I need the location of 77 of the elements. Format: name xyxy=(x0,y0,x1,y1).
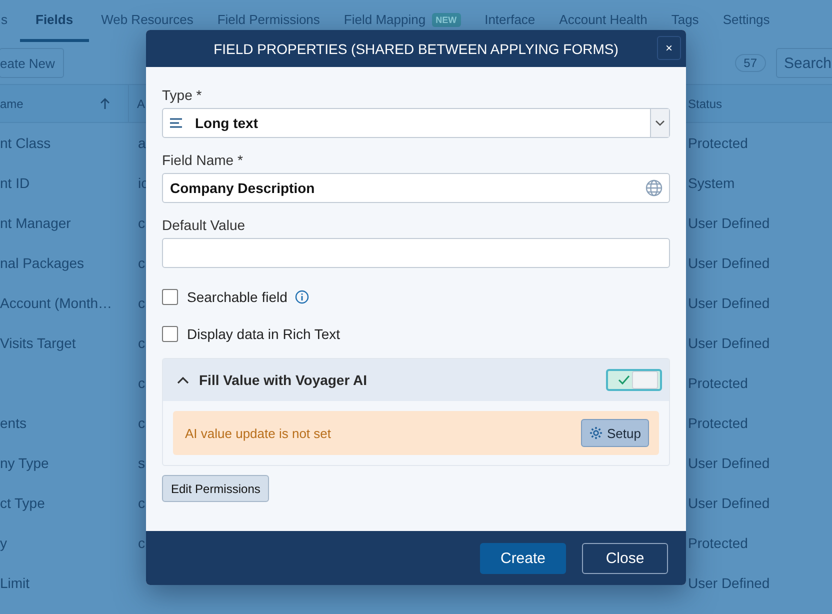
type-dropdown[interactable]: Long text xyxy=(162,108,670,138)
table-cell-text: Protected xyxy=(688,375,749,391)
edit-permissions-button[interactable]: Edit Permissions xyxy=(162,475,270,502)
table-cell-text: c xyxy=(137,295,145,311)
tab[interactable]: s xyxy=(0,0,20,42)
table-cell-text: c xyxy=(137,255,145,271)
tab-label: Interface xyxy=(484,12,536,27)
field-name-input[interactable]: Company Description xyxy=(162,173,670,203)
setup-button[interactable]: Setup xyxy=(581,419,649,447)
checkbox-label: Display data in Rich Text xyxy=(187,326,340,342)
tab-label: Tags xyxy=(671,12,699,27)
table-cell-text: c xyxy=(137,375,145,391)
table-cell-text: ct Type xyxy=(0,495,46,511)
gear-icon xyxy=(589,426,604,440)
table-cell-text: User Defined xyxy=(688,255,771,271)
chevron-down-icon xyxy=(655,120,665,126)
text-lines-icon xyxy=(169,117,183,129)
dialog-title: FIELD PROPERTIES (SHARED BETWEEN APPLYING FORMS) xyxy=(214,40,618,56)
toggle-switch[interactable] xyxy=(606,369,662,391)
table-cell-text: nt ID xyxy=(0,175,31,191)
create-button[interactable]: Create xyxy=(480,542,566,574)
table-cell-text: nal Packages xyxy=(0,255,86,271)
table-cell-text: System xyxy=(688,175,736,191)
globe-icon xyxy=(645,179,663,197)
table-cell-text: c xyxy=(137,495,145,511)
table-cell-text: a xyxy=(137,135,146,151)
table-cell-text: y xyxy=(0,535,8,551)
tab-label: Field Mapping xyxy=(344,12,426,27)
chevron-icon[interactable] xyxy=(177,376,189,384)
field-label: Default Value xyxy=(162,217,246,233)
table-cell-text: nt Manager xyxy=(0,215,72,231)
table-cell-text: c xyxy=(137,535,145,551)
tab[interactable]: Settings xyxy=(710,0,782,42)
tab-label: Settings xyxy=(722,12,770,27)
field-label: Field Name * xyxy=(162,152,243,168)
tab-label: Fields xyxy=(36,12,74,27)
tab-label: Web Resources xyxy=(101,12,194,27)
checkmark-icon xyxy=(618,375,630,385)
checkbox-label: Searchable field xyxy=(187,289,288,305)
table-cell-text: ny Type xyxy=(0,455,50,471)
tab-label: s xyxy=(1,12,8,27)
tab[interactable]: Fields xyxy=(20,0,90,42)
tab[interactable]: Field Mapping NEW xyxy=(332,0,473,42)
column-header[interactable]: ame xyxy=(0,96,100,110)
table-cell-text: s xyxy=(137,455,145,471)
table-cell-text: User Defined xyxy=(688,335,771,351)
close-button[interactable]: × xyxy=(657,36,681,60)
table-cell-text: Protected xyxy=(688,135,749,151)
tab-label: Account Health xyxy=(559,12,648,27)
table-cell-text: nt Class xyxy=(0,135,52,151)
sort-arrow-icon xyxy=(100,98,110,110)
table-cell-text: Account (Month… xyxy=(0,295,114,311)
default-value-input[interactable] xyxy=(162,238,670,268)
warning-text: AI value update is not set xyxy=(185,426,331,440)
new-badge: NEW xyxy=(432,12,461,26)
panel-title: Fill Value with Voyager AI xyxy=(199,372,368,388)
table-cell-text: c xyxy=(137,415,145,431)
count-badge: 57 xyxy=(734,54,766,72)
table-cell-text: User Defined xyxy=(688,455,771,471)
create-new-button[interactable]: eate New xyxy=(0,48,64,78)
table-cell-text: c xyxy=(137,215,145,231)
table-cell-text: Protected xyxy=(688,535,749,551)
table-cell-text: User Defined xyxy=(688,215,771,231)
field-label: Type * xyxy=(162,87,202,103)
table-cell-text: Limit xyxy=(0,575,31,591)
tab-label: Field Permissions xyxy=(217,12,320,27)
table-cell-text: c xyxy=(137,335,145,351)
table-cell-text: ents xyxy=(0,415,28,431)
close-button[interactable]: Close xyxy=(582,542,668,574)
table-cell-text: Visits Target xyxy=(0,335,77,351)
table-cell-text: Protected xyxy=(688,415,749,431)
table-cell-text: User Defined xyxy=(688,575,771,591)
table-cell-text: User Defined xyxy=(688,295,771,311)
search-button[interactable]: Search xyxy=(776,48,832,78)
checkbox[interactable] xyxy=(162,326,178,342)
checkbox[interactable] xyxy=(162,289,178,305)
table-cell-text: User Defined xyxy=(688,495,771,511)
